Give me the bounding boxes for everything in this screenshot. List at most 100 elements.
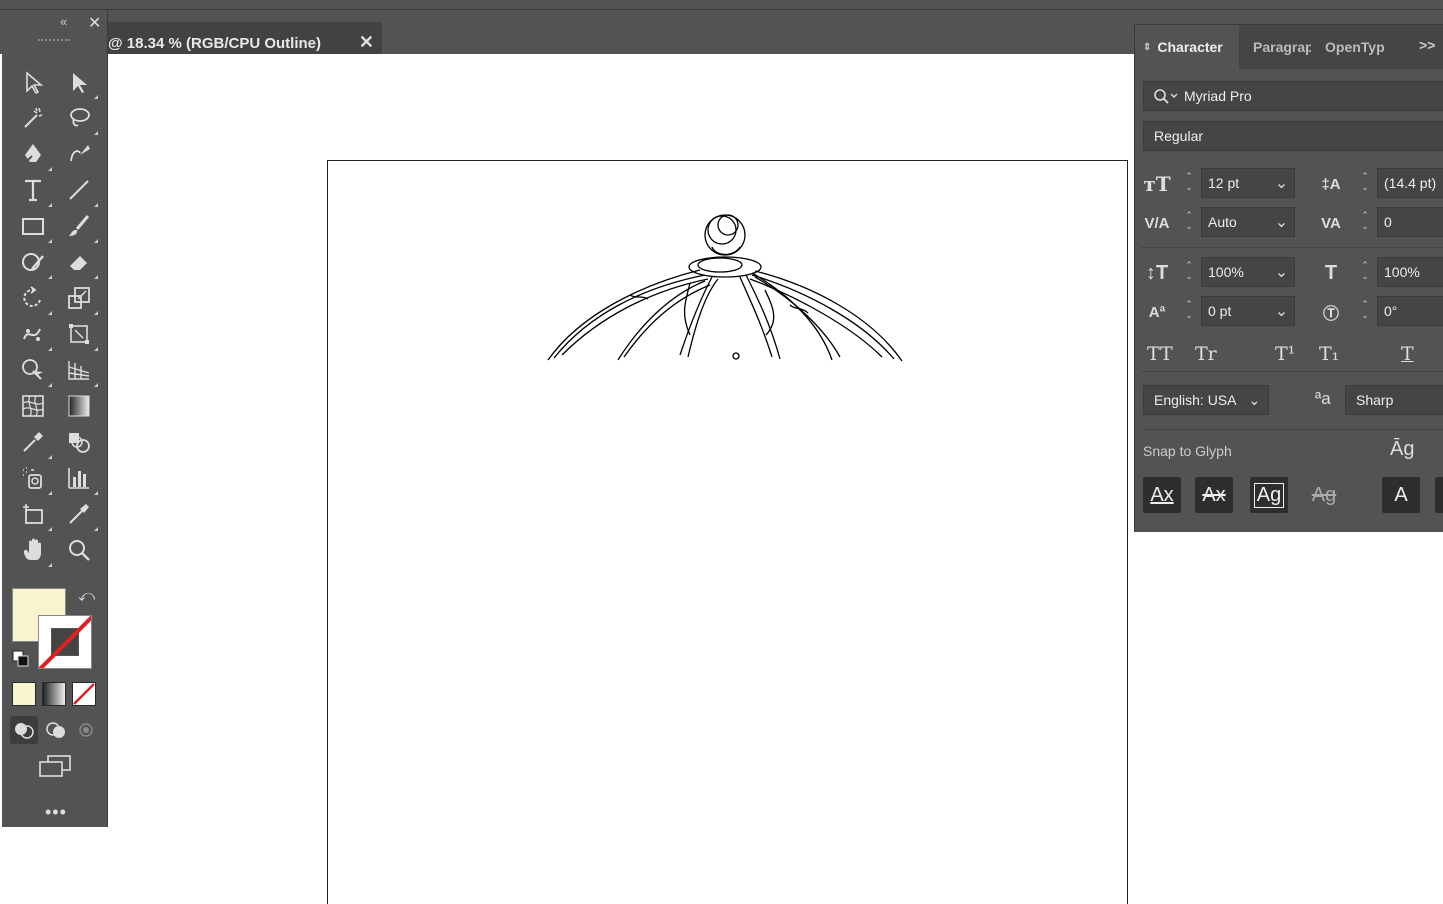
tools-panel: « ✕ ⤺ ••• xyxy=(2,10,108,827)
scale-tool-icon[interactable] xyxy=(64,283,98,315)
default-colors-icon[interactable] xyxy=(12,650,30,668)
font-family-value: Myriad Pro xyxy=(1184,88,1252,104)
tab-character[interactable]: ⇕ Character xyxy=(1135,25,1239,69)
horizontal-scale-icon: T xyxy=(1324,261,1338,284)
anti-aliasing-select[interactable]: Sharp xyxy=(1345,385,1443,415)
draw-normal-icon[interactable] xyxy=(10,716,38,744)
panel-menu-icon[interactable]: >> xyxy=(1419,37,1435,53)
collapse-icon[interactable]: « xyxy=(60,14,67,29)
vertical-scale-icon: ↕T xyxy=(1145,261,1169,284)
none-mode-button[interactable] xyxy=(72,682,96,706)
panel-grip[interactable] xyxy=(38,39,70,44)
gradient-tool-icon[interactable] xyxy=(64,391,94,421)
lasso-tool-icon[interactable] xyxy=(64,103,98,135)
stroke-color-swatch[interactable] xyxy=(38,615,92,669)
app-top-strip xyxy=(0,0,1443,10)
column-graph-tool-icon[interactable] xyxy=(64,463,98,495)
zoom-tool-icon[interactable] xyxy=(64,535,94,565)
color-mode-button[interactable] xyxy=(12,682,36,706)
search-icon[interactable] xyxy=(1152,87,1182,107)
snap-proximity-label: Ag xyxy=(1311,483,1337,506)
vertical-scale-field[interactable]: 100% xyxy=(1201,257,1271,287)
direct-selection-tool-icon[interactable] xyxy=(64,67,98,99)
kerning-stepper[interactable]: ⌃ ⌄ xyxy=(1179,207,1199,237)
font-size-stepper[interactable]: ⌃ ⌄ xyxy=(1179,168,1199,198)
tracking-field[interactable]: 0 xyxy=(1377,207,1443,237)
shape-builder-tool-icon[interactable] xyxy=(18,355,52,387)
all-caps-button[interactable]: TT xyxy=(1147,343,1173,365)
snap-glyph-bounds-button[interactable]: Ag xyxy=(1250,477,1288,513)
puppet-warp-tool-icon[interactable] xyxy=(18,319,52,351)
leading-stepper[interactable]: ⌃ ⌄ xyxy=(1355,168,1375,198)
vertical-scale-stepper[interactable]: ⌃ ⌄ xyxy=(1179,257,1199,287)
small-caps-button[interactable]: Tr xyxy=(1195,343,1217,365)
selection-tool-icon[interactable] xyxy=(18,67,48,97)
pen-tool-icon[interactable] xyxy=(18,139,52,171)
perspective-grid-tool-icon[interactable] xyxy=(64,355,98,387)
snap-angular-button[interactable]: A xyxy=(1382,477,1420,513)
kerning-field[interactable]: Auto xyxy=(1201,207,1271,237)
snap-glyph-bounds-label: Ag xyxy=(1253,482,1285,508)
updown-icon: ⇕ xyxy=(1143,41,1152,53)
draw-behind-icon[interactable] xyxy=(42,716,70,744)
type-tool-icon[interactable] xyxy=(18,175,52,207)
font-family-field[interactable]: Myriad Pro xyxy=(1143,81,1443,111)
snap-xheight-button[interactable]: Ax xyxy=(1195,477,1233,513)
snap-more-button[interactable] xyxy=(1435,477,1443,513)
mesh-tool-icon[interactable] xyxy=(18,391,48,421)
font-size-field[interactable]: 12 pt xyxy=(1201,168,1271,198)
horizontal-scale-stepper[interactable]: ⌃ ⌄ xyxy=(1355,257,1375,287)
chevron-down-icon[interactable]: ⌄ xyxy=(1269,207,1295,237)
gradient-mode-button[interactable] xyxy=(42,682,66,706)
subscript-button[interactable]: T₁ xyxy=(1319,343,1339,365)
more-tools-icon[interactable]: ••• xyxy=(45,802,67,823)
tracking-stepper[interactable]: ⌃ ⌄ xyxy=(1355,207,1375,237)
tab-paragraph[interactable]: Paragraph xyxy=(1253,25,1311,69)
superscript-button[interactable]: T¹ xyxy=(1275,343,1295,365)
artboard-tool-icon[interactable] xyxy=(18,499,52,531)
character-rotation-field[interactable]: 0° xyxy=(1377,296,1443,326)
font-style-field[interactable]: Regular xyxy=(1143,121,1443,151)
chevron-down-icon[interactable]: ⌄ xyxy=(1269,296,1295,326)
chevron-down-icon[interactable]: ⌄ xyxy=(1269,257,1295,287)
artwork-outline[interactable] xyxy=(540,195,910,365)
tab-label: Paragraph xyxy=(1253,39,1311,55)
snap-proximity-button[interactable]: Ag xyxy=(1305,477,1343,513)
rectangle-tool-icon[interactable] xyxy=(18,211,52,243)
eyedropper-tool-icon[interactable] xyxy=(18,427,52,459)
character-rotation-stepper[interactable]: ⌃ ⌄ xyxy=(1355,296,1375,326)
eraser-tool-icon[interactable] xyxy=(64,247,98,279)
rotate-tool-icon[interactable] xyxy=(18,283,52,315)
line-tool-icon[interactable] xyxy=(64,175,98,207)
underline-button[interactable]: T xyxy=(1401,343,1414,365)
draw-inside-icon[interactable] xyxy=(72,716,100,744)
chevron-down-icon[interactable]: ⌄ xyxy=(1269,168,1295,198)
character-rotation-value: 0° xyxy=(1384,303,1398,319)
language-select[interactable]: English: USA ⌄ xyxy=(1143,385,1269,415)
leading-icon: ‡A xyxy=(1321,175,1341,193)
snap-glyph-info-icon[interactable]: Āg xyxy=(1390,438,1414,461)
curvature-tool-icon[interactable] xyxy=(64,139,94,169)
baseline-shift-field[interactable]: 0 pt xyxy=(1201,296,1271,326)
hand-tool-icon[interactable] xyxy=(18,535,52,567)
horizontal-scale-field[interactable]: 100% xyxy=(1377,257,1443,287)
slice-tool-icon[interactable] xyxy=(64,499,98,531)
shaper-tool-icon[interactable] xyxy=(18,247,52,279)
snap-baseline-button[interactable]: Ax xyxy=(1143,477,1181,513)
leading-field[interactable]: (14.4 pt) xyxy=(1377,168,1443,198)
tab-opentype[interactable]: OpenType xyxy=(1325,25,1385,69)
close-icon[interactable]: ✕ xyxy=(359,32,374,53)
blend-tool-icon[interactable] xyxy=(64,427,94,457)
close-icon[interactable]: ✕ xyxy=(88,13,101,33)
swap-fill-stroke-icon[interactable]: ⤺ xyxy=(78,588,95,606)
snap-xheight-label: Ax xyxy=(1202,483,1226,506)
baseline-shift-stepper[interactable]: ⌃ ⌄ xyxy=(1179,296,1199,326)
symbol-sprayer-tool-icon[interactable] xyxy=(18,463,52,495)
divider xyxy=(1141,371,1443,372)
tab-label: OpenType xyxy=(1325,39,1385,55)
free-transform-tool-icon[interactable] xyxy=(64,319,98,351)
screen-mode-icon[interactable] xyxy=(38,754,72,780)
magic-wand-tool-icon[interactable] xyxy=(18,103,48,133)
paintbrush-tool-icon[interactable] xyxy=(64,211,98,243)
character-panel: ⇕ Character Paragraph OpenType >> Myriad… xyxy=(1134,24,1443,532)
